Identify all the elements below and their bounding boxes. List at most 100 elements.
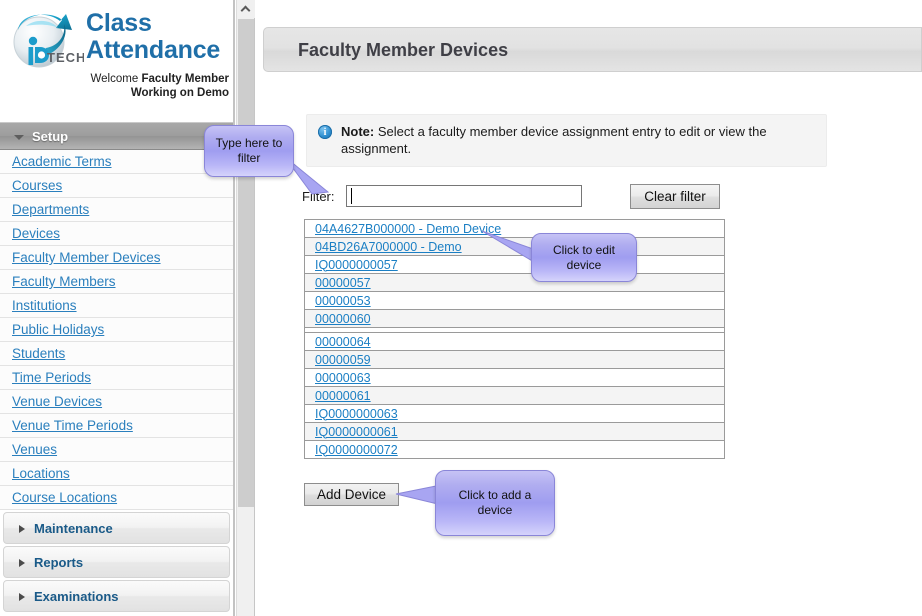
sidebar-item[interactable]: Time Periods [0, 366, 233, 390]
device-link[interactable]: IQ0000000061 [315, 425, 398, 439]
scrollbar-thumb[interactable] [238, 19, 254, 507]
sidebar-item-label[interactable]: Time Periods [12, 370, 91, 385]
clear-filter-button[interactable]: Clear filter [630, 184, 720, 209]
table-row[interactable]: 00000059 [304, 350, 725, 369]
callout-click-to-add-a-device: Click to add a device [435, 470, 555, 536]
sidebar-item-label[interactable]: Venue Devices [12, 394, 102, 409]
table-row[interactable]: IQ0000000061 [304, 422, 725, 441]
device-link[interactable]: 00000057 [315, 276, 371, 290]
sidebar-item-label[interactable]: Course Locations [12, 490, 117, 505]
table-cell-device[interactable]: 00000057 [304, 273, 725, 292]
welcome-block: Welcome Faculty Member Working on Demo [5, 72, 229, 100]
table-row[interactable]: 00000061 [304, 386, 725, 405]
device-link[interactable]: 04BD26A7000000 - Demo [315, 240, 462, 254]
page-title: Faculty Member Devices [298, 40, 509, 60]
sidebar-section-setup-label: Setup [32, 129, 69, 144]
working-on-label: Working on Demo [130, 87, 229, 99]
device-link[interactable]: IQ0000000072 [315, 443, 398, 457]
device-link[interactable]: 00000061 [315, 389, 371, 403]
sidebar-item[interactable]: Devices [0, 222, 233, 246]
sidebar-item-label[interactable]: Venues [12, 442, 57, 457]
table-row[interactable]: 00000063 [304, 368, 725, 387]
device-link[interactable]: 00000053 [315, 294, 371, 308]
table-cell-device[interactable]: IQ0000000072 [304, 440, 725, 459]
sidebar-item[interactable]: Faculty Members [0, 270, 233, 294]
sidebar-item-label[interactable]: Students [12, 346, 65, 361]
sidebar-item[interactable]: Venue Devices [0, 390, 233, 414]
page-header-bar: Faculty Member Devices [263, 27, 922, 72]
table-cell-device[interactable]: 00000059 [304, 350, 725, 369]
table-cell-device[interactable]: 00000053 [304, 291, 725, 310]
table-cell-device[interactable]: 00000064 [304, 332, 725, 351]
sidebar-item[interactable]: Public Holidays [0, 318, 233, 342]
sidebar-item-label[interactable]: Public Holidays [12, 322, 104, 337]
sidebar-item-label[interactable]: Faculty Members [12, 274, 116, 289]
note-label: Note: [341, 124, 375, 139]
sidebar-item-label[interactable]: Departments [12, 202, 89, 217]
sidebar-item[interactable]: Departments [0, 198, 233, 222]
brand-header: TECH Class Attendance Welcome Faculty Me… [0, 0, 233, 122]
note-banner: Note: Select a faculty member device ass… [306, 114, 827, 167]
table-cell-device[interactable]: IQ0000000061 [304, 422, 725, 441]
callout-filter-tail [283, 155, 330, 195]
sidebar-item[interactable]: Venue Time Periods [0, 414, 233, 438]
sidebar-section-collapsed[interactable]: Examinations [3, 580, 230, 612]
sidebar-item[interactable]: Locations [0, 462, 233, 486]
table-row[interactable]: IQ0000000072 [304, 440, 725, 459]
callout-type-here-to-filter: Type here to filter [204, 125, 294, 177]
chevron-right-icon [19, 525, 25, 533]
sidebar-item-label[interactable]: Institutions [12, 298, 77, 313]
sidebar-item-label[interactable]: Faculty Member Devices [12, 250, 161, 265]
sidebar-item[interactable]: Faculty Member Devices [0, 246, 233, 270]
chevron-right-icon [19, 593, 25, 601]
device-link[interactable]: 00000063 [315, 371, 371, 385]
table-row[interactable]: 00000064 [304, 332, 725, 351]
sidebar-item[interactable]: Students [0, 342, 233, 366]
table-row[interactable]: IQ0000000063 [304, 404, 725, 423]
callout-filter-text: Type here to filter [215, 136, 283, 165]
sidebar-item[interactable]: Courses [0, 174, 233, 198]
add-device-button[interactable]: Add Device [304, 483, 399, 506]
device-link[interactable]: IQ0000000057 [315, 258, 398, 272]
sidebar-item[interactable]: Venues [0, 438, 233, 462]
sidebar-item-label[interactable]: Devices [12, 226, 60, 241]
sidebar-item-label[interactable]: Courses [12, 178, 62, 193]
sidebar-item[interactable]: Course Locations [0, 486, 233, 510]
callout-click-to-edit-device: Click to edit device [531, 233, 637, 282]
welcome-role: Faculty Member [141, 73, 229, 85]
filter-input[interactable] [346, 185, 582, 207]
page-scrollbar[interactable] [236, 0, 255, 616]
sidebar-item-label[interactable]: Venue Time Periods [12, 418, 133, 433]
chevron-up-icon [240, 5, 251, 16]
callout-edit-text: Click to edit device [552, 242, 616, 272]
device-link[interactable]: 00000064 [315, 335, 371, 349]
device-link[interactable]: IQ0000000063 [315, 407, 398, 421]
table-cell-device[interactable]: 00000061 [304, 386, 725, 405]
sidebar-section-collapsed[interactable]: Reports [3, 546, 230, 578]
device-link[interactable]: 00000059 [315, 353, 371, 367]
sidebar-item[interactable]: Institutions [0, 294, 233, 318]
sidebar-section-label: Examinations [34, 589, 119, 604]
table-row[interactable]: 00000053 [304, 291, 725, 310]
device-link[interactable]: 00000060 [315, 312, 371, 326]
sidebar-collapsed-sections: Maintenance Reports Examinations [0, 512, 233, 612]
sidebar-setup-items: Academic Terms Courses Departments Devices F… [0, 150, 233, 510]
sidebar-section-label: Reports [34, 555, 84, 570]
sidebar-item[interactable]: Academic Terms [0, 150, 233, 174]
sidebar-item-label[interactable]: Locations [12, 466, 70, 481]
brand-title-line2: Attendance [86, 36, 221, 64]
sidebar-section-setup[interactable]: Setup [0, 122, 233, 150]
brand-title-line1: Class [86, 9, 152, 37]
chevron-down-icon [14, 135, 24, 140]
sidebar-item-label[interactable]: Academic Terms [12, 154, 112, 169]
table-cell-device[interactable]: IQ0000000063 [304, 404, 725, 423]
scrollbar-up-button[interactable] [237, 0, 255, 18]
device-link[interactable]: 04A4627B000000 - Demo Device [315, 222, 501, 236]
main-content: Faculty Member Devices Note: Select a fa… [256, 0, 922, 616]
sidebar-section-collapsed[interactable]: Maintenance [3, 512, 230, 544]
table-cell-device[interactable]: 00000063 [304, 368, 725, 387]
table-row[interactable]: 00000057 [304, 273, 725, 292]
table-row[interactable]: 00000060 [304, 309, 725, 328]
panel-divider [233, 0, 235, 616]
table-cell-device[interactable]: 00000060 [304, 309, 725, 328]
